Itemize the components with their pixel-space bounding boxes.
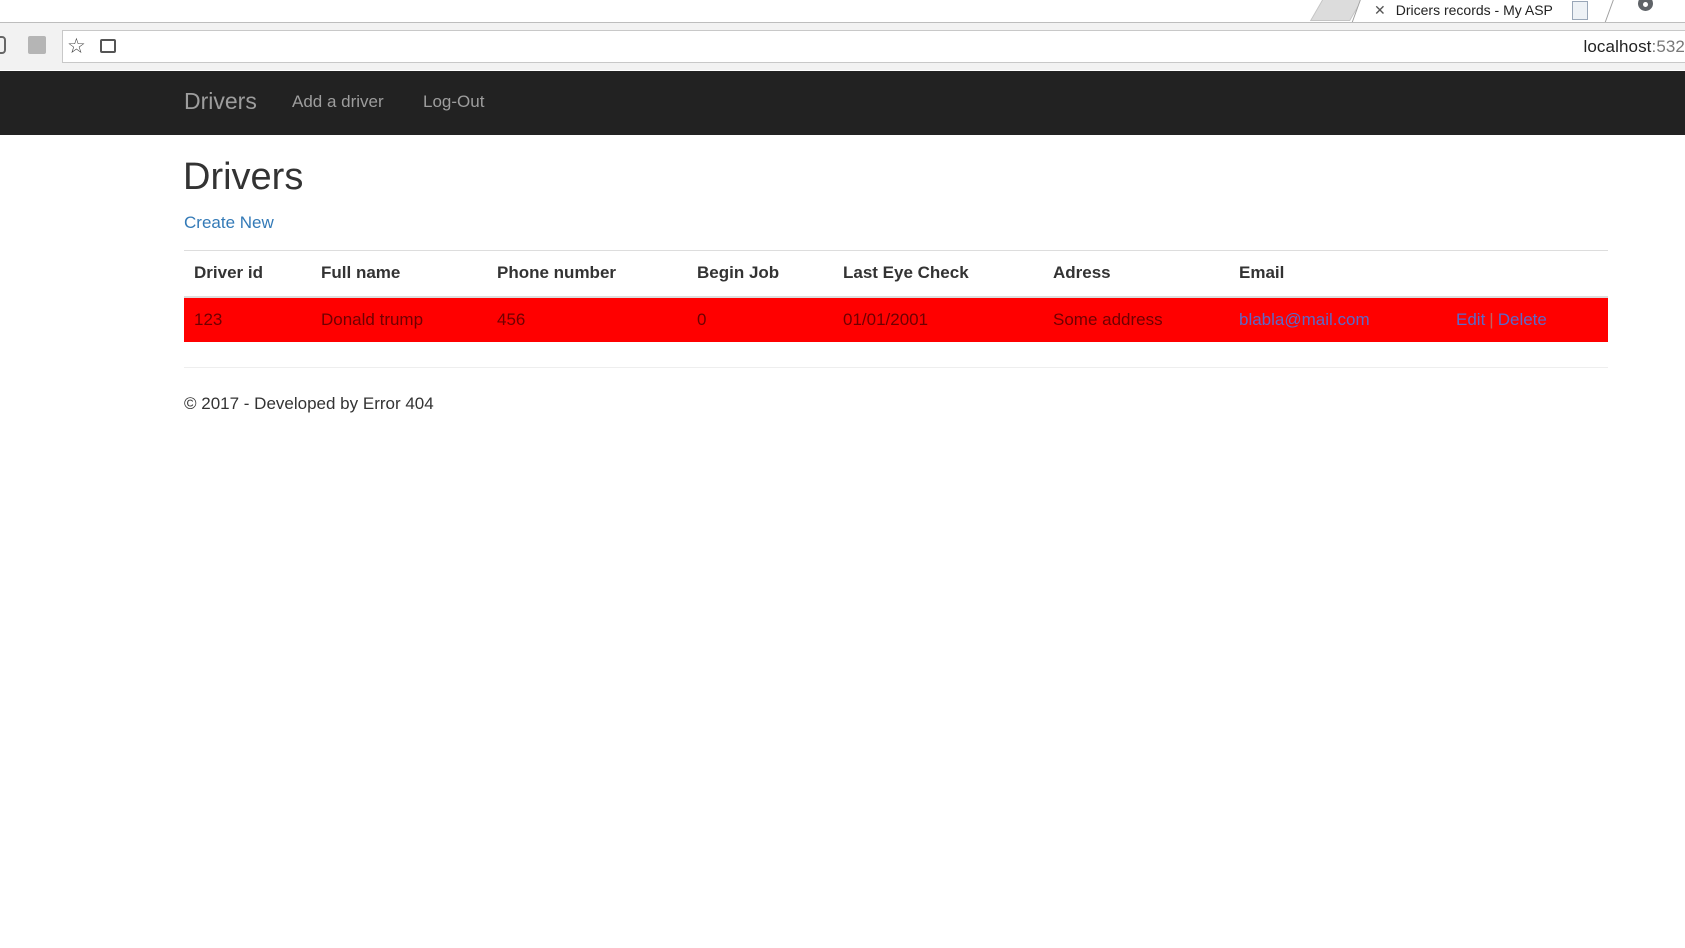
- browser-tab-content[interactable]: ✕ Dricers records - My ASP: [1370, 0, 1605, 20]
- cell-driver-id: 123: [184, 296, 311, 342]
- header-begin-job: Begin Job: [687, 250, 833, 298]
- table-header-row: Driver id Full name Phone number Begin J…: [184, 250, 1608, 298]
- header-address: Adress: [1043, 250, 1229, 298]
- header-phone-number: Phone number: [487, 250, 687, 298]
- url-port: :532: [1651, 37, 1685, 56]
- header-email: Email: [1229, 250, 1446, 298]
- cell-email: blabla@mail.com: [1229, 296, 1446, 342]
- address-bar[interactable]: [62, 30, 1685, 63]
- cell-last-eye-check: 01/01/2001: [833, 296, 1043, 342]
- footer-text: © 2017 - Developed by Error 404: [184, 394, 434, 413]
- drivers-table: Driver id Full name Phone number Begin J…: [184, 250, 1608, 342]
- table-row: 123 Donald trump 456 0 01/01/2001 Some a…: [184, 296, 1608, 342]
- header-driver-id: Driver id: [184, 250, 311, 298]
- cell-begin-job: 0: [687, 296, 833, 342]
- action-separator: |: [1489, 309, 1494, 329]
- footer-divider: [184, 367, 1608, 368]
- edit-link[interactable]: Edit: [1456, 310, 1485, 329]
- delete-link[interactable]: Delete: [1498, 310, 1547, 329]
- navbar-brand[interactable]: Drivers: [184, 88, 257, 115]
- email-link[interactable]: blabla@mail.com: [1239, 310, 1370, 329]
- translate-icon[interactable]: [100, 39, 116, 53]
- cell-actions: Edit | Delete: [1446, 296, 1608, 342]
- header-last-eye-check: Last Eye Check: [833, 250, 1043, 298]
- tab-title: Dricers records - My ASP: [1395, 2, 1553, 18]
- url-host: localhost: [1583, 37, 1652, 56]
- nav-add-driver[interactable]: Add a driver: [292, 92, 384, 112]
- address-url[interactable]: localhost:532: [1584, 37, 1685, 57]
- create-new-link[interactable]: Create New: [184, 213, 274, 233]
- header-actions: [1446, 250, 1608, 298]
- cell-phone: 456: [487, 296, 687, 342]
- page-title: Drivers: [183, 156, 304, 198]
- cell-full-name: Donald trump: [311, 296, 487, 342]
- page-favicon-icon: [1572, 1, 1588, 20]
- close-icon[interactable]: ✕: [1374, 2, 1386, 19]
- extension-icon[interactable]: [0, 36, 6, 54]
- star-icon[interactable]: ☆: [67, 34, 86, 59]
- pdf-icon[interactable]: [28, 36, 46, 54]
- nav-log-out[interactable]: Log-Out: [423, 92, 484, 112]
- cell-address: Some address: [1043, 296, 1229, 342]
- header-full-name: Full name: [311, 250, 487, 298]
